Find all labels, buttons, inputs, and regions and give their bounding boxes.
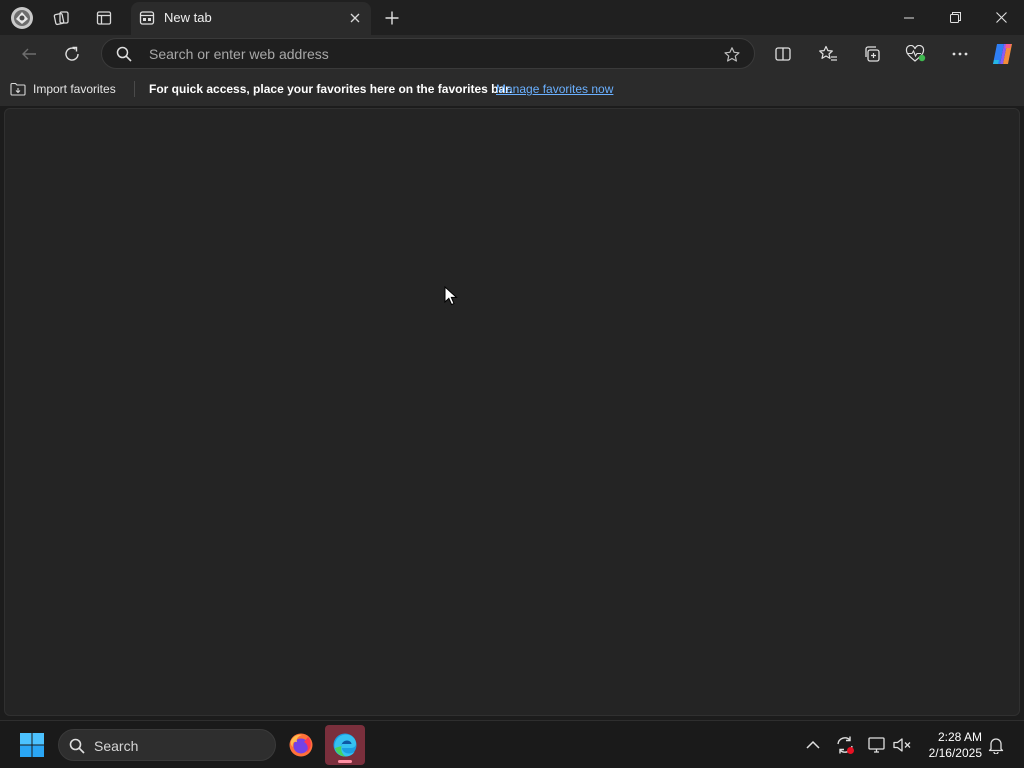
refresh-icon (65, 46, 79, 61)
search-icon (69, 738, 85, 754)
notifications-button[interactable] (986, 735, 1006, 755)
page-content[interactable] (4, 108, 1020, 716)
navigation-bar (0, 35, 1024, 72)
favorites-button[interactable] (813, 39, 843, 69)
tab-actions-button[interactable] (90, 4, 118, 32)
restore-icon (949, 12, 961, 23)
firefox-taskbar-app[interactable] (281, 725, 321, 765)
import-favorites-button[interactable]: Import favorites (10, 81, 116, 97)
search-icon (116, 46, 132, 62)
workspaces-icon (53, 11, 69, 26)
favorites-bar-message: For quick access, place your favorites h… (149, 82, 513, 96)
edge-icon (333, 733, 357, 757)
sync-alert-icon (837, 736, 854, 754)
copilot-button[interactable] (987, 39, 1017, 69)
heart-pulse-icon (905, 45, 926, 62)
start-button[interactable] (16, 729, 48, 761)
tab-new-tab[interactable]: New tab (131, 2, 371, 35)
active-app-indicator (338, 760, 352, 763)
favorites-bar: Import favorites For quick access, place… (0, 72, 1024, 106)
network-tray-button[interactable] (867, 735, 887, 755)
browser-essentials-button[interactable] (901, 39, 931, 69)
collections-icon (865, 46, 880, 62)
speaker-muted-icon (893, 738, 911, 752)
tab-close-button[interactable] (347, 10, 363, 26)
restore-button[interactable] (932, 0, 978, 35)
clock-date: 2/16/2025 (928, 746, 982, 760)
new-tab-button[interactable] (378, 4, 406, 32)
close-icon (350, 13, 360, 23)
avatar-icon (11, 7, 33, 29)
system-clock[interactable]: 2:28 AM 2/16/2025 (918, 729, 982, 761)
collections-button[interactable] (857, 39, 887, 69)
manage-favorites-link[interactable]: Manage favorites now (496, 82, 613, 96)
star-icon (724, 47, 740, 62)
title-bar: New tab (0, 0, 1024, 35)
vertical-tabs-icon (96, 11, 112, 25)
clock-time: 2:28 AM (937, 730, 982, 744)
windows-logo-icon (20, 733, 44, 757)
favorites-star-list-icon (819, 45, 837, 61)
network-monitor-icon (868, 737, 885, 753)
back-button[interactable] (14, 39, 44, 69)
mouse-cursor-icon (444, 286, 458, 306)
profile-avatar[interactable] (8, 4, 36, 32)
close-window-button[interactable] (978, 0, 1024, 35)
taskbar: Search 2:28 AM 2/16/2025 (0, 720, 1024, 768)
minimize-button[interactable] (886, 0, 932, 35)
chevron-up-icon (806, 740, 820, 749)
show-hidden-icons-button[interactable] (803, 735, 823, 755)
plus-icon (385, 11, 399, 25)
volume-tray-button[interactable] (892, 735, 912, 755)
sync-tray-button[interactable] (835, 735, 855, 755)
taskbar-search-label: Search (94, 738, 139, 754)
split-screen-button[interactable] (768, 39, 798, 69)
address-input[interactable] (149, 45, 709, 63)
copilot-icon (993, 44, 1012, 64)
add-favorite-button[interactable] (722, 45, 742, 65)
settings-and-more-button[interactable] (945, 39, 975, 69)
import-favorites-label: Import favorites (33, 82, 116, 96)
address-bar[interactable] (101, 38, 755, 69)
back-arrow-icon (22, 48, 36, 60)
split-screen-icon (775, 47, 791, 61)
import-folder-icon (10, 82, 26, 96)
new-tab-page-icon (139, 11, 155, 25)
edge-taskbar-app[interactable] (325, 725, 365, 765)
minimize-icon (904, 17, 914, 18)
tab-title: New tab (164, 10, 212, 25)
firefox-icon (289, 733, 313, 757)
workspaces-button[interactable] (48, 4, 76, 32)
favorites-divider (134, 81, 135, 97)
taskbar-search[interactable]: Search (58, 729, 276, 761)
more-dots-icon (952, 52, 968, 56)
close-icon (995, 12, 1007, 23)
bell-icon (988, 738, 1004, 754)
refresh-button[interactable] (57, 39, 87, 69)
